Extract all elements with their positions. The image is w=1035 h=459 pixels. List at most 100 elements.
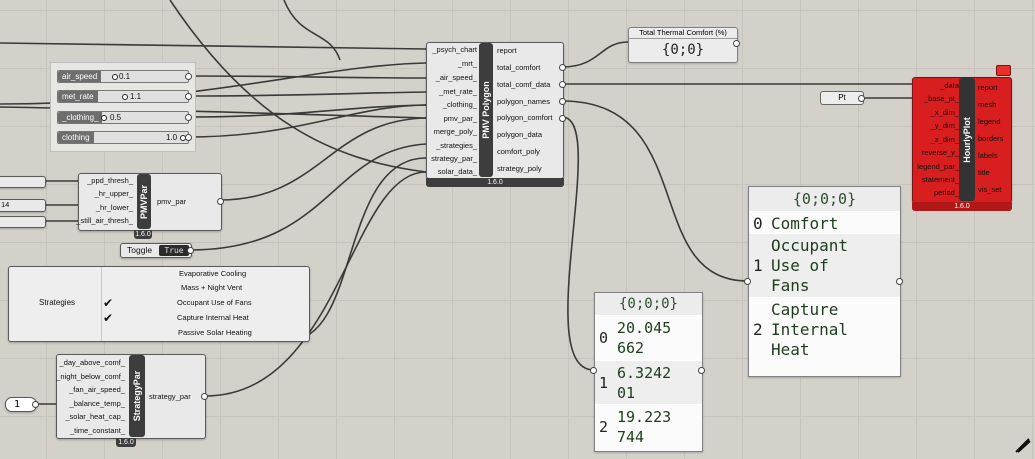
polygon-names-panel[interactable]: {0;0;0} 0 Comfort 1 Occupant Use of Fans… xyxy=(748,186,901,377)
slider-handle[interactable] xyxy=(112,74,118,80)
output-report[interactable]: report xyxy=(978,83,998,93)
total-thermal-comfort-panel[interactable]: Total Thermal Comfort (%) {0;0} xyxy=(628,27,738,63)
slider-clothing-input[interactable]: _clothing_ 0.5 xyxy=(57,111,189,124)
partial-input-1[interactable] xyxy=(0,176,46,188)
component-title-bar[interactable]: HourlyPlot xyxy=(959,78,975,201)
input-clothing[interactable]: _clothing_ xyxy=(443,100,477,110)
output-total-comf-data[interactable]: total_comf_data xyxy=(497,80,550,90)
input-hr-lower[interactable]: _hr_lower_ xyxy=(96,203,133,213)
row-text: Occupant Use of Fans xyxy=(771,236,849,295)
output-grip[interactable] xyxy=(201,393,208,400)
output-grip[interactable] xyxy=(185,114,192,121)
input-mrt[interactable]: _mrt_ xyxy=(458,59,477,69)
input-fan-air-speed[interactable]: _fan_air_speed_ xyxy=(69,385,125,395)
slider-met-rate[interactable]: met_rate 1.1 xyxy=(57,90,189,103)
output-comfort-poly[interactable]: comfort_poly xyxy=(497,147,540,157)
output-grip[interactable] xyxy=(733,40,740,47)
input-period[interactable]: period_ xyxy=(934,188,959,198)
input-merge-poly[interactable]: merge_poly_ xyxy=(434,127,477,137)
input-grip[interactable] xyxy=(744,278,751,285)
output-labels[interactable]: labels xyxy=(978,151,998,161)
output-grip[interactable] xyxy=(32,401,39,408)
partial-input-2[interactable]: 14 xyxy=(0,199,46,212)
output-report[interactable]: report xyxy=(497,46,517,56)
output-borders[interactable]: borders xyxy=(978,134,1003,144)
output-grip[interactable] xyxy=(559,98,566,105)
input-night-below-comf[interactable]: _night_below_comf_ xyxy=(56,372,125,382)
input-strategy-par[interactable]: strategy_par_ xyxy=(431,154,477,164)
slider-clothing[interactable]: clothing 1.0 xyxy=(57,131,189,144)
polygon-comfort-panel[interactable]: {0;0;0} 0 20.045 662 1 6.3242 01 2 19.22… xyxy=(594,292,703,452)
output-polygon-comfort[interactable]: polygon_comfort xyxy=(497,113,552,123)
input-base-pt[interactable]: _base_pt_ xyxy=(924,94,959,104)
input-met-rate[interactable]: _met_rate_ xyxy=(439,87,477,97)
input-time-constant[interactable]: _time_constant_ xyxy=(70,426,125,436)
output-grip[interactable] xyxy=(559,81,566,88)
input-grip[interactable] xyxy=(590,367,597,374)
output-legend[interactable]: legend xyxy=(978,117,1001,127)
input-psych-chart[interactable]: _psych_chart xyxy=(432,45,477,55)
output-grip[interactable] xyxy=(185,73,192,80)
strategy-item-evaporative-cooling[interactable]: Evaporative Cooling xyxy=(101,267,309,281)
warning-flag-icon[interactable] xyxy=(996,65,1011,76)
input-solar-data[interactable]: solar_data_ xyxy=(438,167,477,177)
input-y-dim[interactable]: _y_dim_ xyxy=(931,121,959,131)
wire xyxy=(561,41,629,68)
component-title-bar[interactable]: PMV Polygon xyxy=(479,43,493,177)
input-z-dim[interactable]: _z_dim_ xyxy=(931,135,959,145)
input-solar-heat-cap[interactable]: _solar_heat_cap_ xyxy=(65,412,125,422)
input-reverse-y[interactable]: reverse_y_ xyxy=(922,148,959,158)
input-pmv-par[interactable]: pmv_par_ xyxy=(444,114,477,124)
input-ppd-thresh[interactable]: _ppd_thresh_ xyxy=(87,176,133,186)
number-value[interactable]: 1 xyxy=(14,398,20,411)
input-still-air-thresh[interactable]: _still_air_thresh_ xyxy=(76,216,133,226)
hourly-plot-component[interactable]: _data _base_pt_ _x_dim_ _y_dim_ _z_dim_ … xyxy=(912,77,1012,203)
input-day-above-comf[interactable]: _day_above_comf_ xyxy=(60,358,125,368)
output-grip[interactable] xyxy=(187,247,194,254)
output-grip[interactable] xyxy=(858,95,865,102)
output-grip[interactable] xyxy=(217,198,224,205)
input-legend-par[interactable]: legend_par_ xyxy=(917,162,959,172)
pmv-par-component[interactable]: _ppd_thresh_ _hr_upper_ _hr_lower_ _stil… xyxy=(76,173,222,231)
input-balance-temp[interactable]: _balance_temp_ xyxy=(70,399,125,409)
wire xyxy=(187,91,427,97)
slider-air-speed[interactable]: air_speed 0.1 xyxy=(57,70,189,83)
component-title: StrategyPar xyxy=(132,370,142,422)
strategy-item-capture-internal-heat[interactable]: ✔ Capture Internal Heat xyxy=(101,311,309,326)
output-total-comfort[interactable]: total_comfort xyxy=(497,63,540,73)
output-grip[interactable] xyxy=(185,93,192,100)
output-vis-set[interactable]: vis_set xyxy=(978,185,1001,195)
output-strategy-poly[interactable]: strategy_poly xyxy=(497,164,542,174)
output-grip[interactable] xyxy=(896,278,903,285)
pmv-polygon-component[interactable]: _psych_chart _mrt_ _air_speed_ _met_rate… xyxy=(426,42,564,179)
output-title[interactable]: title xyxy=(978,168,990,178)
input-data[interactable]: _data xyxy=(940,81,959,91)
strategies-value-list[interactable]: Strategies Evaporative Cooling Mass + Ni… xyxy=(8,266,310,342)
output-grip[interactable] xyxy=(559,64,566,71)
strategy-item-mass-night-vent[interactable]: Mass + Night Vent xyxy=(101,281,309,296)
output-pmv-par[interactable]: pmv_par xyxy=(157,197,186,207)
output-grip[interactable] xyxy=(559,115,566,122)
checkmark-icon: ✔ xyxy=(103,311,114,325)
input-strategies[interactable]: _strategies_ xyxy=(436,141,477,151)
slider-handle[interactable] xyxy=(101,115,107,121)
input-air-speed[interactable]: _air_speed_ xyxy=(436,73,477,83)
input-x-dim[interactable]: _x_dim_ xyxy=(931,108,959,118)
component-title-bar[interactable]: StrategyPar xyxy=(129,355,145,437)
slider-handle[interactable] xyxy=(122,94,128,100)
input-hr-upper[interactable]: _hr_upper_ xyxy=(95,189,133,199)
strategy-item-passive-solar-heating[interactable]: Passive Solar Heating xyxy=(101,326,309,341)
strategy-item-occupant-use-of-fans[interactable]: ✔ Occupant Use of Fans xyxy=(101,296,309,311)
output-polygon-names[interactable]: polygon_names xyxy=(497,97,550,107)
toggle-value[interactable]: True xyxy=(159,245,189,256)
boolean-toggle[interactable]: Toggle True xyxy=(120,243,192,258)
output-grip[interactable] xyxy=(698,367,705,374)
output-grip[interactable] xyxy=(185,134,192,141)
component-title-bar[interactable]: PMVPar xyxy=(137,174,151,229)
partial-input-3[interactable] xyxy=(0,216,46,228)
output-strategy-par[interactable]: strategy_par xyxy=(149,392,191,402)
output-mesh[interactable]: mesh xyxy=(978,100,996,110)
strategy-par-component[interactable]: _day_above_comf_ _night_below_comf_ _fan… xyxy=(56,354,206,439)
input-statement[interactable]: statement_ xyxy=(922,175,959,185)
output-polygon-data[interactable]: polygon_data xyxy=(497,130,542,140)
